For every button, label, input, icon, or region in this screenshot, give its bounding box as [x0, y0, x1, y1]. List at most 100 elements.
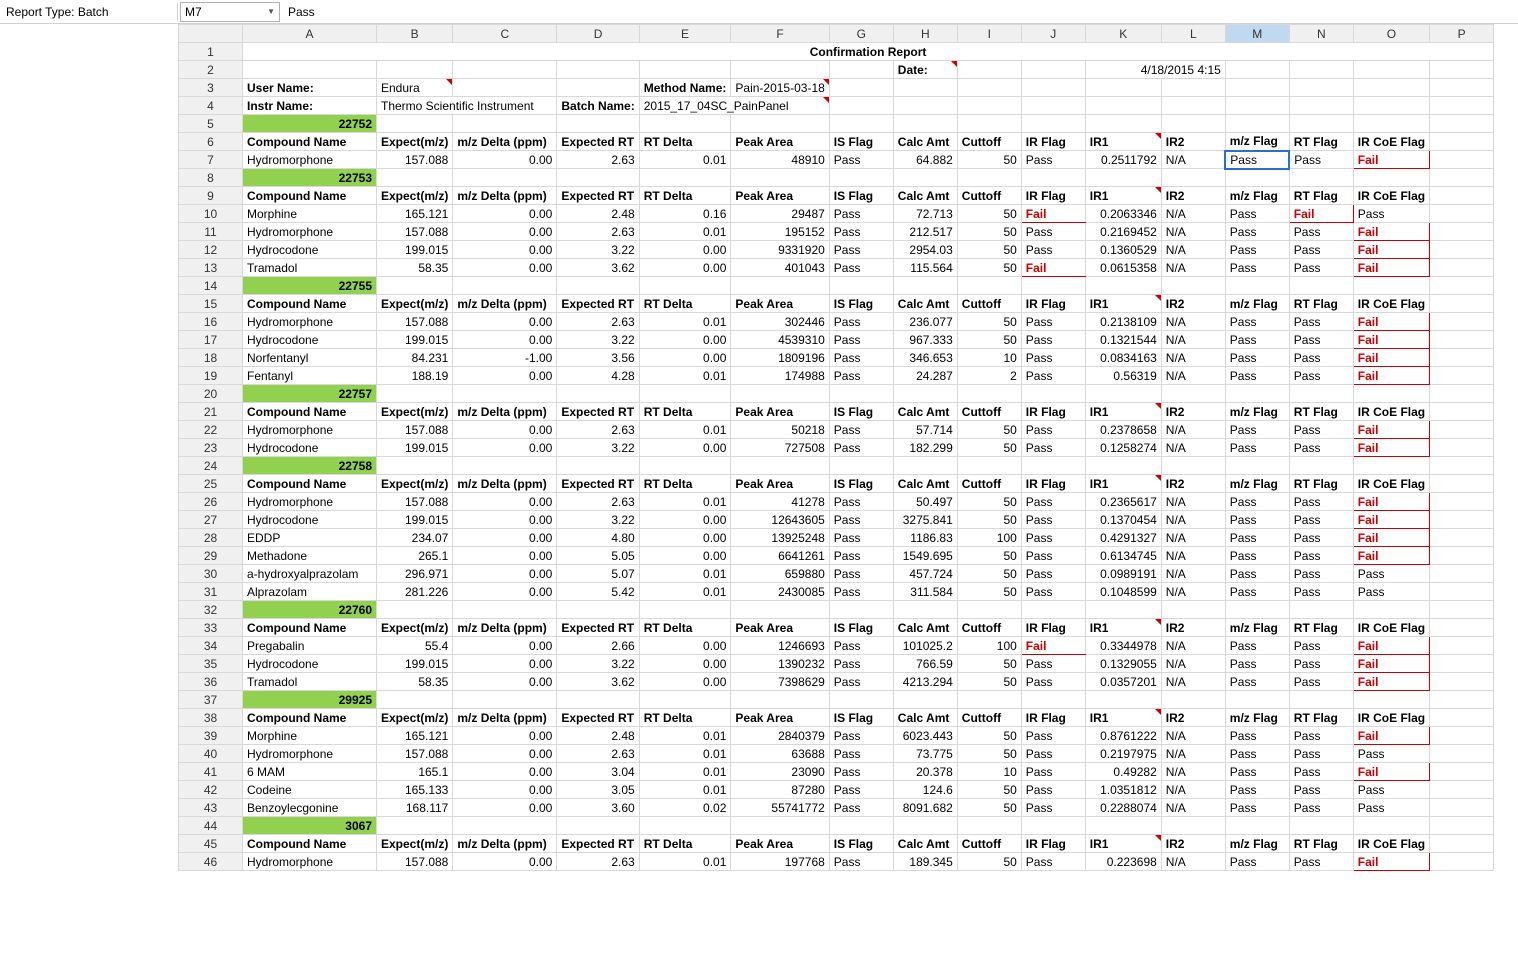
cell[interactable]: Expect(m/z): [377, 709, 453, 727]
col-header-M[interactable]: M: [1225, 25, 1289, 43]
cell[interactable]: Hydromorphone: [243, 313, 377, 331]
cell[interactable]: 50: [957, 331, 1021, 349]
cell[interactable]: [1430, 817, 1494, 835]
cell[interactable]: [1430, 547, 1494, 565]
cell[interactable]: Pass: [1225, 799, 1289, 817]
cell[interactable]: [1085, 691, 1161, 709]
cell[interactable]: [1021, 457, 1085, 475]
cell[interactable]: [1161, 601, 1225, 619]
row-header[interactable]: 5: [179, 115, 243, 133]
cell[interactable]: [557, 277, 639, 295]
cell[interactable]: 188.19: [377, 367, 453, 385]
cell[interactable]: 50: [957, 511, 1021, 529]
cell[interactable]: [1430, 403, 1494, 421]
cell[interactable]: [453, 601, 557, 619]
cell[interactable]: [1430, 673, 1494, 691]
cell[interactable]: [453, 79, 557, 97]
row-header[interactable]: 33: [179, 619, 243, 637]
cell[interactable]: 1809196: [731, 349, 829, 367]
cell[interactable]: 0.01: [639, 313, 731, 331]
cell[interactable]: [829, 385, 893, 403]
cell[interactable]: 0.00: [453, 367, 557, 385]
cell[interactable]: Pass: [1021, 223, 1085, 241]
cell[interactable]: 3.22: [557, 439, 639, 457]
cell[interactable]: Cuttoff: [957, 709, 1021, 727]
cell[interactable]: IR Flag: [1021, 709, 1085, 727]
cell[interactable]: Pass: [1021, 421, 1085, 439]
cell[interactable]: 0.01: [639, 781, 731, 799]
cell[interactable]: [1353, 601, 1429, 619]
chevron-down-icon[interactable]: ▼: [267, 7, 275, 16]
cell[interactable]: 0.01: [639, 421, 731, 439]
row-header[interactable]: 19: [179, 367, 243, 385]
row-header[interactable]: 32: [179, 601, 243, 619]
cell[interactable]: Pass: [1289, 439, 1353, 457]
col-header-J[interactable]: J: [1021, 25, 1085, 43]
cell[interactable]: Fail: [1353, 853, 1429, 871]
cell[interactable]: [731, 817, 829, 835]
cell[interactable]: N/A: [1161, 439, 1225, 457]
cell[interactable]: [1289, 385, 1353, 403]
cell[interactable]: Expected RT: [557, 475, 639, 493]
cell[interactable]: [377, 817, 453, 835]
cell[interactable]: Pass: [1289, 511, 1353, 529]
cell[interactable]: 22760: [243, 601, 377, 619]
col-header-O[interactable]: O: [1353, 25, 1429, 43]
cell[interactable]: Pass: [1225, 367, 1289, 385]
cell[interactable]: 3.62: [557, 673, 639, 691]
cell[interactable]: Pass: [1225, 421, 1289, 439]
cell[interactable]: 0.1048599: [1085, 583, 1161, 601]
cell[interactable]: 302446: [731, 313, 829, 331]
cell[interactable]: 234.07: [377, 529, 453, 547]
cell[interactable]: 0.49282: [1085, 763, 1161, 781]
cell[interactable]: 22757: [243, 385, 377, 403]
cell[interactable]: 29487: [731, 205, 829, 223]
cell[interactable]: 457.724: [893, 565, 957, 583]
cell[interactable]: Pass: [1289, 565, 1353, 583]
cell[interactable]: Pass: [829, 331, 893, 349]
cell[interactable]: 8091.682: [893, 799, 957, 817]
cell[interactable]: [829, 97, 893, 115]
col-header-E[interactable]: E: [639, 25, 731, 43]
cell[interactable]: 168.117: [377, 799, 453, 817]
cell[interactable]: Pass: [1021, 547, 1085, 565]
cell[interactable]: 281.226: [377, 583, 453, 601]
cell[interactable]: Hydrocodone: [243, 439, 377, 457]
cell[interactable]: Pass: [1289, 655, 1353, 673]
cell[interactable]: 50: [957, 151, 1021, 169]
cell[interactable]: Morphine: [243, 205, 377, 223]
cell[interactable]: Pass: [829, 367, 893, 385]
cell[interactable]: IR2: [1161, 835, 1225, 853]
cell[interactable]: [639, 691, 731, 709]
cell[interactable]: [893, 277, 957, 295]
cell[interactable]: 0.1360529: [1085, 241, 1161, 259]
cell[interactable]: [557, 79, 639, 97]
cell[interactable]: [1021, 169, 1085, 187]
cell[interactable]: Calc Amt: [893, 133, 957, 151]
cell[interactable]: [377, 277, 453, 295]
cell[interactable]: IR CoE Flag: [1353, 133, 1429, 151]
cell[interactable]: [957, 61, 1021, 79]
cell[interactable]: Pass: [829, 673, 893, 691]
cell[interactable]: 189.345: [893, 853, 957, 871]
cell[interactable]: [1430, 79, 1494, 97]
cell[interactable]: Hydrocodone: [243, 331, 377, 349]
cell[interactable]: Pass: [1021, 565, 1085, 583]
cell[interactable]: 0.4291327: [1085, 529, 1161, 547]
cell[interactable]: Fail: [1353, 727, 1429, 745]
cell[interactable]: [1085, 97, 1161, 115]
cell[interactable]: Pass: [1021, 241, 1085, 259]
cell[interactable]: 0.00: [453, 529, 557, 547]
cell[interactable]: 2.63: [557, 745, 639, 763]
cell[interactable]: Pass: [1289, 853, 1353, 871]
cell[interactable]: [1353, 97, 1429, 115]
cell[interactable]: 0.00: [639, 439, 731, 457]
cell[interactable]: IS Flag: [829, 295, 893, 313]
cell[interactable]: Tramadol: [243, 259, 377, 277]
cell[interactable]: m/z Flag: [1225, 295, 1289, 313]
row-header[interactable]: 41: [179, 763, 243, 781]
cell[interactable]: 0.01: [639, 583, 731, 601]
cell[interactable]: Pass: [1225, 781, 1289, 799]
col-header-I[interactable]: I: [957, 25, 1021, 43]
cell[interactable]: Fail: [1353, 259, 1429, 277]
